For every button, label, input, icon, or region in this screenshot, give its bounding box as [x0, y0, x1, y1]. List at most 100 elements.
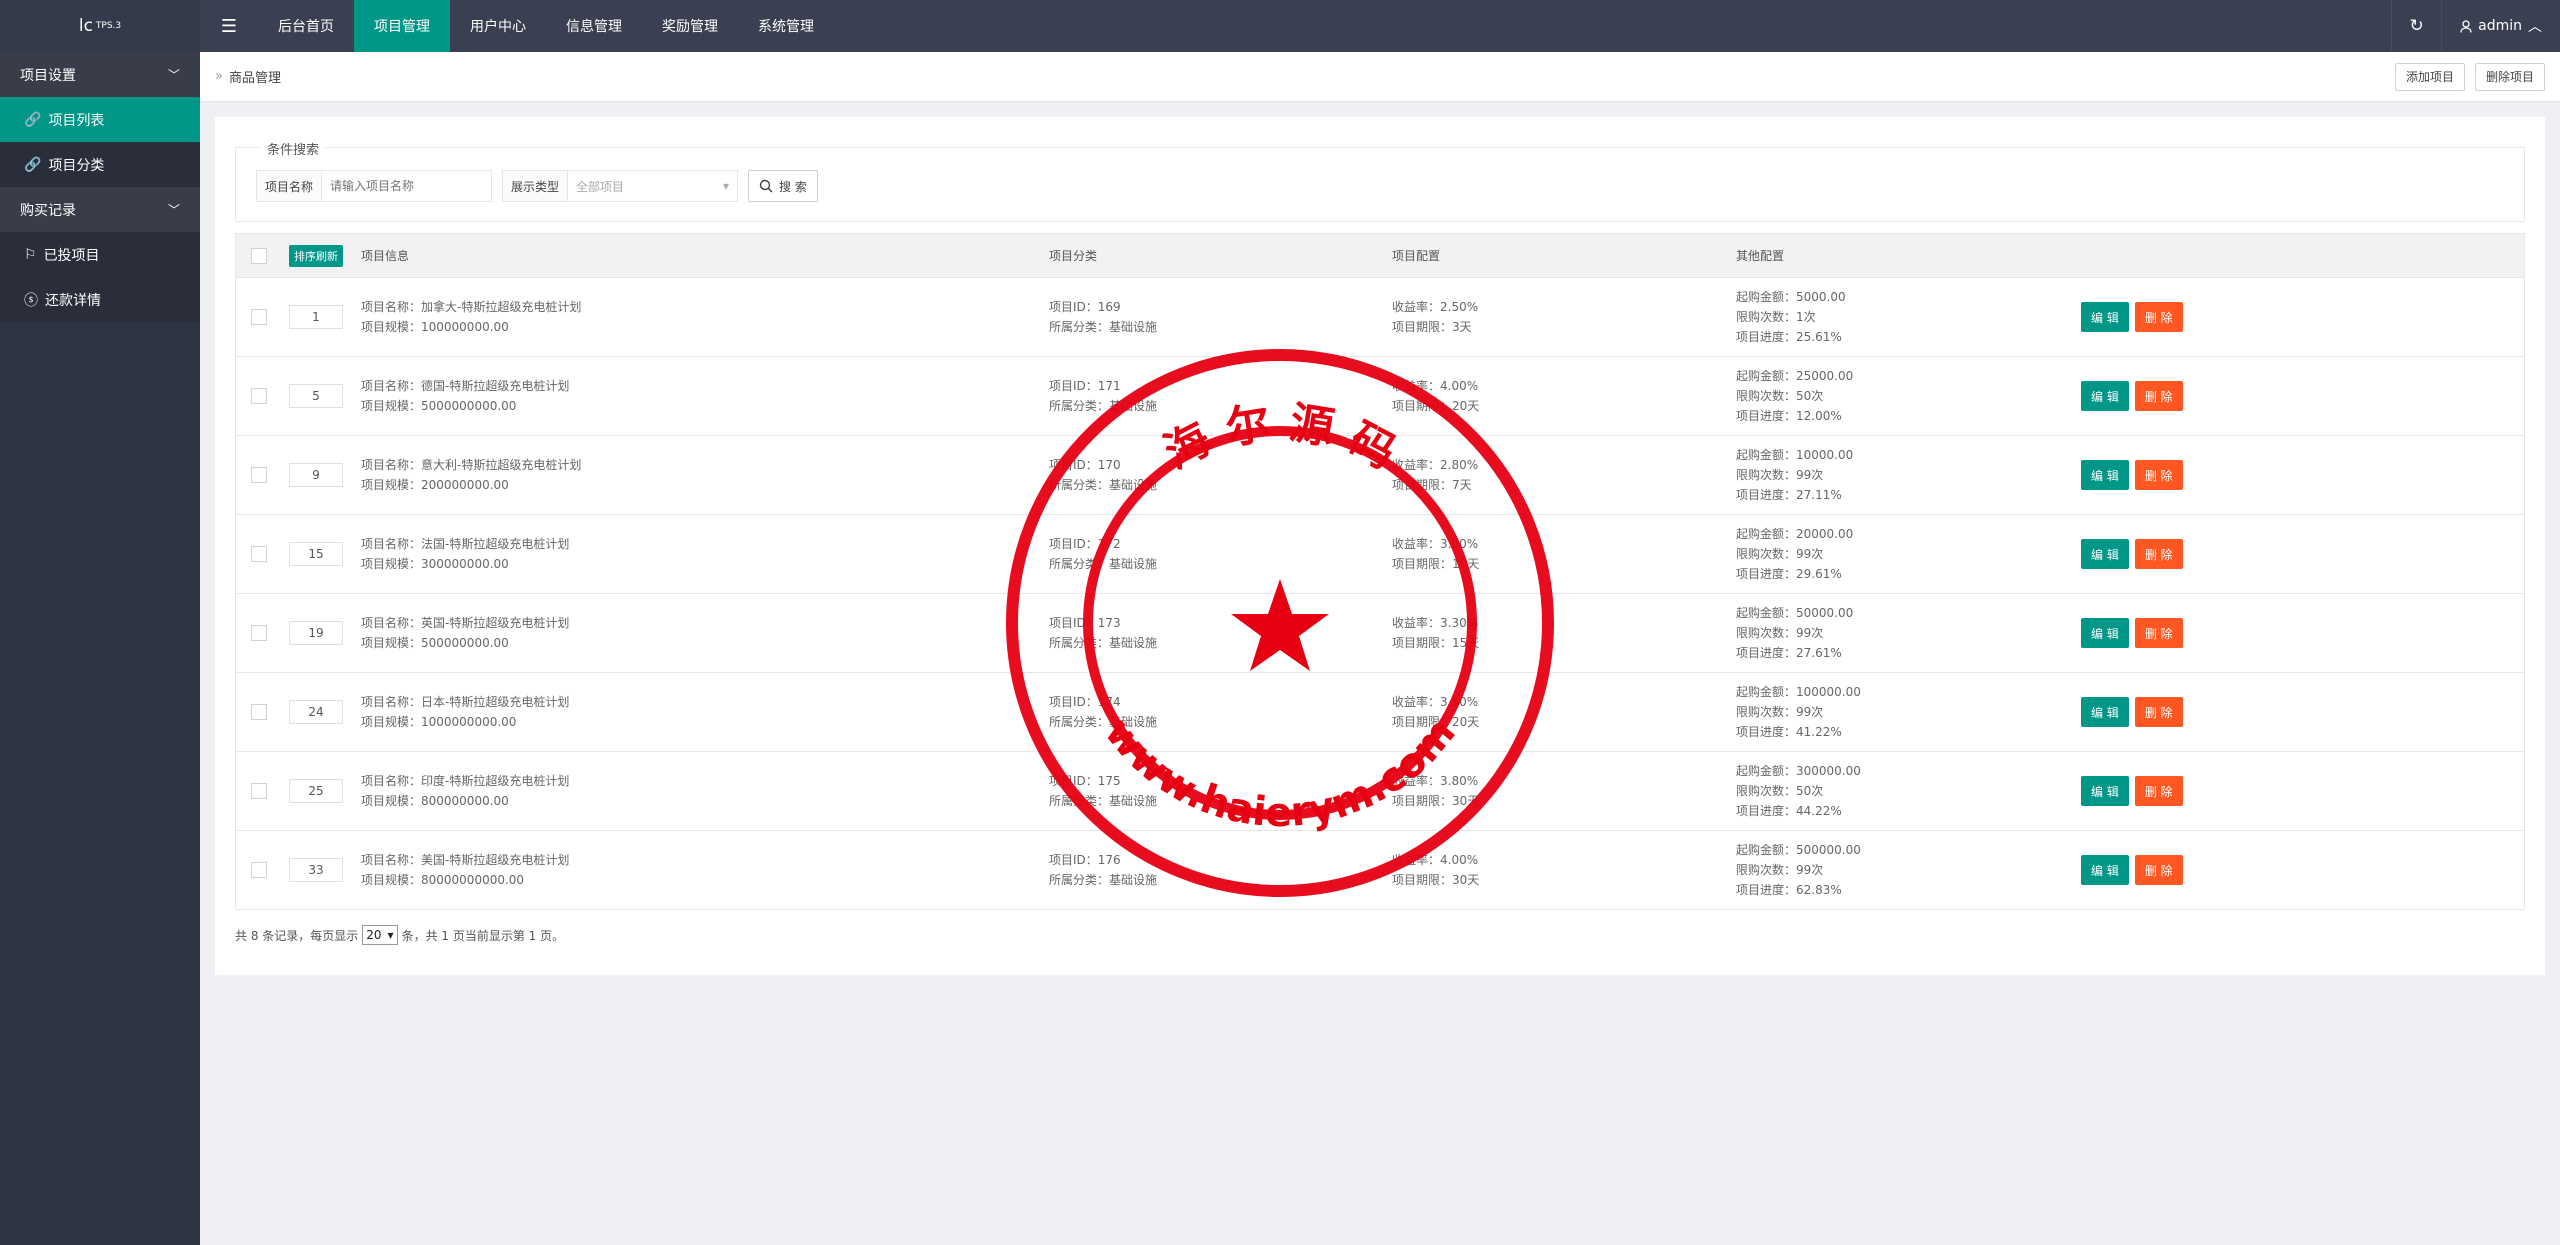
project-limit: 限购次数：99次: [1736, 547, 1824, 561]
sort-refresh-button[interactable]: 排序刷新: [289, 244, 343, 267]
row-checkbox[interactable]: [250, 862, 267, 878]
delete-button[interactable]: 删 除: [2134, 776, 2183, 806]
topnav-label: 项目管理: [374, 19, 430, 35]
sidebar-group-purchase-records[interactable]: 购买记录 ﹀: [0, 187, 200, 232]
project-name: 项目名称：法国-特斯拉超级充电桩计划: [361, 537, 570, 551]
row-checkbox[interactable]: [250, 546, 267, 562]
project-rate: 收益率：4.00%: [1392, 379, 1479, 393]
refresh-icon[interactable]: ↻: [2391, 0, 2441, 52]
project-name: 项目名称：德国-特斯拉超级充电桩计划: [361, 379, 570, 393]
edit-button[interactable]: 编 辑: [2081, 460, 2129, 490]
delete-button[interactable]: 删 除: [2134, 855, 2183, 885]
project-rate: 收益率：3.30%: [1392, 616, 1479, 630]
logo-version: TPS.3: [95, 21, 122, 31]
project-term: 项目期限：20天: [1392, 399, 1480, 413]
project-min-amount: 起购金额：25000.00: [1736, 369, 1854, 383]
row-checkbox[interactable]: [250, 388, 267, 404]
edit-button[interactable]: 编 辑: [2081, 697, 2129, 727]
top-right: ↻ admin ︿: [2391, 0, 2560, 52]
search-button[interactable]: 搜 索: [748, 170, 818, 202]
delete-button[interactable]: 删 除: [2134, 618, 2183, 648]
top-header: lc TPS.3 ☰ 后台首页 项目管理 用户中心 信息管理 奖励管理 系统管理 …: [0, 0, 2560, 52]
edit-button[interactable]: 编 辑: [2081, 539, 2129, 569]
page-size-select[interactable]: 20 ▾: [362, 925, 398, 945]
edit-button[interactable]: 编 辑: [2081, 302, 2129, 332]
breadcrumb: » 商品管理: [215, 67, 281, 86]
sort-order-input[interactable]: 5: [289, 384, 343, 408]
sort-order-input[interactable]: 19: [289, 621, 343, 645]
sort-order-input[interactable]: 9: [289, 463, 343, 487]
project-scale: 项目规模：500000000.00: [361, 636, 509, 650]
topnav-projects[interactable]: 项目管理: [354, 0, 450, 52]
edit-button[interactable]: 编 辑: [2081, 381, 2129, 411]
pager-suffix: 条，共 1 页当前显示第 1 页。: [401, 928, 565, 943]
project-term: 项目期限：7天: [1392, 478, 1472, 492]
row-checkbox[interactable]: [250, 309, 267, 325]
sort-order-input[interactable]: 33: [289, 858, 343, 882]
header-config: 项目配置: [1392, 249, 1441, 263]
project-category: 所属分类：基础设施: [1049, 636, 1158, 650]
name-input[interactable]: [322, 170, 493, 202]
delete-button[interactable]: 删 除: [2134, 381, 2183, 411]
type-select[interactable]: 全部项目 ▾: [568, 170, 739, 202]
search-icon: [759, 179, 773, 193]
edit-button[interactable]: 编 辑: [2081, 855, 2129, 885]
caret-down-icon: ▾: [387, 928, 394, 942]
sidebar: 项目设置 ﹀ 🔗 项目列表 🔗 项目分类 购买记录 ﹀ ⚐ 已投项目 ⓢ 还款详…: [0, 52, 200, 1245]
sort-order-input[interactable]: 1: [289, 305, 343, 329]
project-term: 项目期限：10天: [1392, 557, 1480, 571]
delete-button[interactable]: 删 除: [2134, 697, 2183, 727]
row-checkbox[interactable]: [250, 783, 267, 799]
sort-order-input[interactable]: 24: [289, 700, 343, 724]
search-legend: 条件搜索: [261, 139, 326, 158]
search-fieldset: 条件搜索 项目名称 展示类型 全部项目 ▾ 搜 索: [235, 139, 2525, 222]
table-row: 33 项目名称：美国-特斯拉超级充电桩计划 项目规模：80000000000.00 项…: [236, 831, 2524, 910]
topnav-users[interactable]: 用户中心: [450, 0, 546, 52]
project-id: 项目ID：171: [1049, 379, 1121, 393]
project-limit: 限购次数：99次: [1736, 626, 1824, 640]
row-checkbox[interactable]: [250, 704, 267, 720]
topnav-system[interactable]: 系统管理: [738, 0, 834, 52]
project-name: 项目名称：印度-特斯拉超级充电桩计划: [361, 774, 570, 788]
delete-project-button[interactable]: 删除项目: [2474, 62, 2545, 91]
sidebar-group-project-settings[interactable]: 项目设置 ﹀: [0, 52, 200, 97]
add-project-button[interactable]: 添加项目: [2394, 62, 2465, 91]
sidebar-item-repayment[interactable]: ⓢ 还款详情: [0, 277, 200, 322]
sidebar-item-project-list[interactable]: 🔗 项目列表: [0, 97, 200, 142]
project-table: 排序刷新 项目信息 项目分类 项目配置 其他配置 1 项目名称：加拿大-特斯拉超级…: [235, 233, 2525, 910]
page-size-value: 20: [366, 928, 382, 942]
name-field: 项目名称: [256, 170, 493, 202]
edit-button[interactable]: 编 辑: [2081, 776, 2129, 806]
table-header: 排序刷新 项目信息 项目分类 项目配置 其他配置: [236, 234, 2524, 278]
topnav-rewards[interactable]: 奖励管理: [642, 0, 738, 52]
table-row: 24 项目名称：日本-特斯拉超级充电桩计划 项目规模：1000000000.00 项目…: [236, 673, 2524, 752]
table-row: 1 项目名称：加拿大-特斯拉超级充电桩计划 项目规模：100000000.00 项目I…: [236, 278, 2524, 357]
project-scale: 项目规模：300000000.00: [361, 557, 509, 571]
row-checkbox[interactable]: [250, 467, 267, 483]
sort-order-input[interactable]: 15: [289, 542, 343, 566]
edit-button[interactable]: 编 辑: [2081, 618, 2129, 648]
delete-button[interactable]: 删 除: [2134, 302, 2183, 332]
menu-toggle-icon[interactable]: ☰: [200, 0, 258, 52]
topnav-home[interactable]: 后台首页: [258, 0, 354, 52]
project-category: 所属分类：基础设施: [1049, 794, 1158, 808]
sidebar-item-invested[interactable]: ⚐ 已投项目: [0, 232, 200, 277]
chevron-up-icon: ︿: [2528, 19, 2542, 35]
sidebar-item-project-category[interactable]: 🔗 项目分类: [0, 142, 200, 187]
delete-button[interactable]: 删 除: [2134, 539, 2183, 569]
row-checkbox[interactable]: [250, 625, 267, 641]
user-menu[interactable]: admin ︿: [2441, 0, 2560, 52]
type-field-label: 展示类型: [502, 170, 569, 202]
project-rate: 收益率：4.00%: [1392, 853, 1479, 867]
project-limit: 限购次数：1次: [1736, 310, 1816, 324]
search-button-label: 搜 索: [779, 179, 807, 194]
delete-button[interactable]: 删 除: [2134, 460, 2183, 490]
table-row: 5 项目名称：德国-特斯拉超级充电桩计划 项目规模：5000000000.00 项目I…: [236, 357, 2524, 436]
breadcrumb-label[interactable]: 商品管理: [229, 67, 281, 86]
project-term: 项目期限：15天: [1392, 636, 1480, 650]
topnav-info[interactable]: 信息管理: [546, 0, 642, 52]
logo[interactable]: lc TPS.3: [0, 0, 200, 52]
sort-order-input[interactable]: 25: [289, 779, 343, 803]
select-all-checkbox[interactable]: [250, 247, 267, 264]
project-min-amount: 起购金额：20000.00: [1736, 527, 1854, 541]
